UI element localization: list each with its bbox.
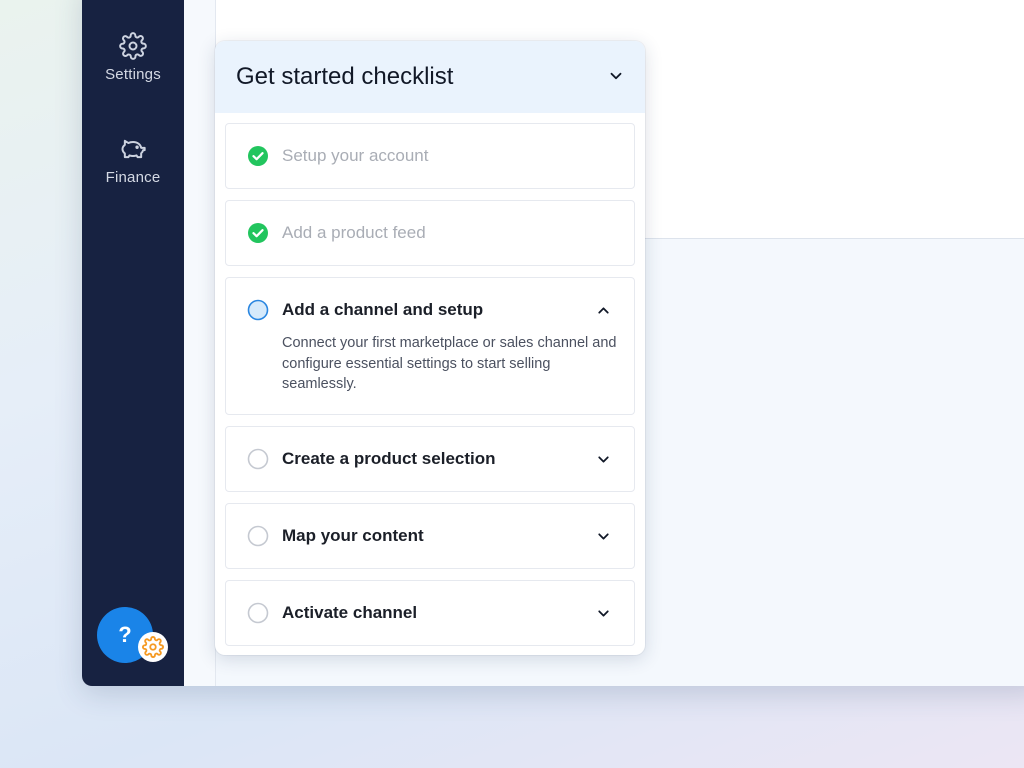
check-circle-icon <box>248 146 268 166</box>
help-label: ? <box>118 622 132 647</box>
get-started-checklist: Get started checklist Setup your account… <box>215 41 645 655</box>
task-map-content[interactable]: Map your content <box>225 503 635 569</box>
sidebar-item-finance[interactable]: Finance <box>82 135 184 187</box>
task-title: Map your content <box>282 526 424 545</box>
chevron-down-icon[interactable] <box>595 605 612 622</box>
task-add-product-feed[interactable]: Add a product feed <box>225 200 635 266</box>
task-activate-channel[interactable]: Activate channel <box>225 580 635 646</box>
task-description: Connect your first marketplace or sales … <box>282 335 617 392</box>
task-create-product-selection[interactable]: Create a product selection <box>225 426 635 492</box>
content-divider <box>184 0 216 686</box>
sidebar: Settings Finance <box>82 0 184 686</box>
sidebar-item-label: Settings <box>105 66 161 83</box>
task-title: Setup your account <box>282 146 429 165</box>
chevron-up-icon[interactable] <box>595 302 612 319</box>
piggy-bank-icon <box>121 139 146 159</box>
chevron-down-icon[interactable] <box>607 67 625 85</box>
sidebar-item-settings[interactable]: Settings <box>82 32 184 84</box>
gear-icon <box>142 636 164 658</box>
active-circle-icon <box>247 299 269 321</box>
empty-circle-icon <box>247 525 269 547</box>
checklist-header[interactable]: Get started checklist <box>215 41 645 113</box>
task-title: Activate channel <box>282 603 418 622</box>
gear-icon <box>119 32 147 60</box>
task-title: Add a product feed <box>282 223 426 242</box>
empty-circle-icon <box>247 602 269 624</box>
chevron-down-icon[interactable] <box>595 451 612 468</box>
task-setup-account[interactable]: Setup your account <box>225 123 635 189</box>
check-circle-icon <box>248 223 268 243</box>
sidebar-item-label: Finance <box>105 169 161 186</box>
chevron-down-icon[interactable] <box>595 528 612 545</box>
task-add-channel[interactable]: Add a channel and setup Connect your fir… <box>225 277 635 415</box>
task-title: Add a channel and setup <box>282 300 484 319</box>
settings-badge <box>138 632 168 662</box>
checklist-title: Get started checklist <box>236 63 454 90</box>
empty-circle-icon <box>247 448 269 470</box>
task-title: Create a product selection <box>282 449 496 468</box>
